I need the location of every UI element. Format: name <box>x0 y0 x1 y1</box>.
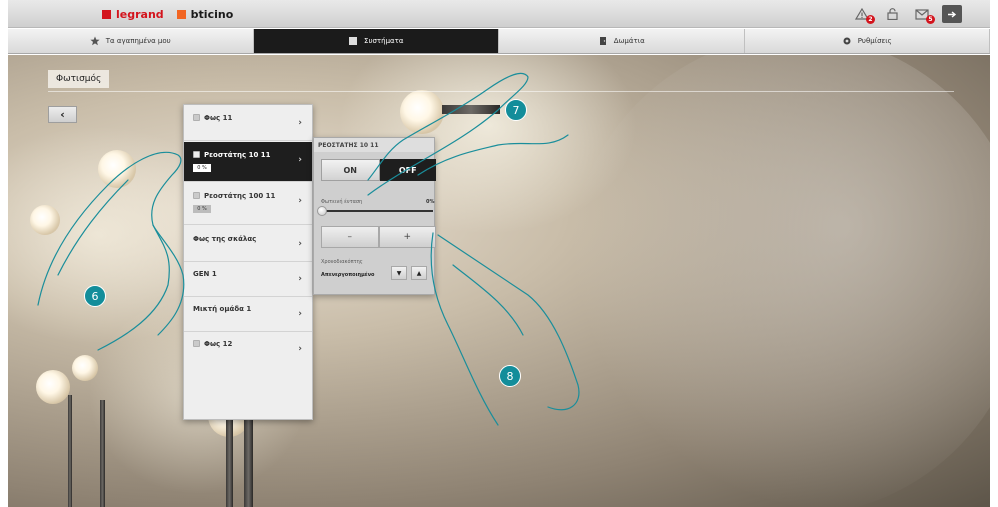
tab-rooms[interactable]: Δωμάτια <box>499 29 745 53</box>
alarm-warning-icon[interactable]: 2 <box>852 5 875 24</box>
bticino-wordmark: bticino <box>190 7 234 21</box>
background-photo: Φωτισμός ‹ Φως 11 › Ρεοστάτης 10 11 0 % … <box>8 55 990 507</box>
hand-illustrations <box>37 72 580 426</box>
rooms-icon <box>598 36 608 46</box>
tab-settings[interactable]: Ρυθμίσεις <box>745 29 990 53</box>
top-icons: 2 5 <box>852 5 962 24</box>
step-marker-7: 7 <box>505 99 527 121</box>
tab-systems-label: Συστήματα <box>364 37 404 45</box>
star-icon <box>90 36 100 46</box>
lock-icon[interactable] <box>882 5 902 23</box>
brand-logo: legrand bticino <box>102 6 233 22</box>
alarm-badge: 2 <box>866 15 875 24</box>
main-tabs: Τα αγαπημένα μου Συστήματα Δωμάτια Ρυθμί… <box>8 29 990 54</box>
hand-outline <box>417 134 569 176</box>
bticino-logo-mark <box>176 9 186 19</box>
step-marker-6: 6 <box>84 285 106 307</box>
tab-systems[interactable]: Συστήματα <box>253 29 499 53</box>
legrand-logo-mark <box>102 9 111 19</box>
tab-favorites-label: Τα αγαπημένα μου <box>105 37 171 45</box>
tab-favorites[interactable]: Τα αγαπημένα μου <box>8 29 254 53</box>
step-marker-8: 8 <box>499 365 521 387</box>
settings-icon <box>842 36 852 46</box>
top-bar: legrand bticino 2 5 <box>8 0 990 28</box>
hand-outline <box>57 179 129 276</box>
hand-outline <box>430 232 499 426</box>
hand-outline <box>367 72 529 196</box>
app-frame: legrand bticino 2 5 Τα αγαπημένα μου Συσ… <box>8 0 990 507</box>
logout-icon[interactable] <box>942 5 962 23</box>
tab-settings-label: Ρυθμίσεις <box>857 37 892 45</box>
hand-outline <box>37 151 182 351</box>
mail-badge: 5 <box>926 15 935 24</box>
mail-icon[interactable]: 5 <box>912 5 935 24</box>
legrand-wordmark: legrand <box>116 7 164 21</box>
hand-outline <box>452 264 524 336</box>
tab-rooms-label: Δωμάτια <box>613 37 645 45</box>
systems-icon <box>348 36 358 46</box>
